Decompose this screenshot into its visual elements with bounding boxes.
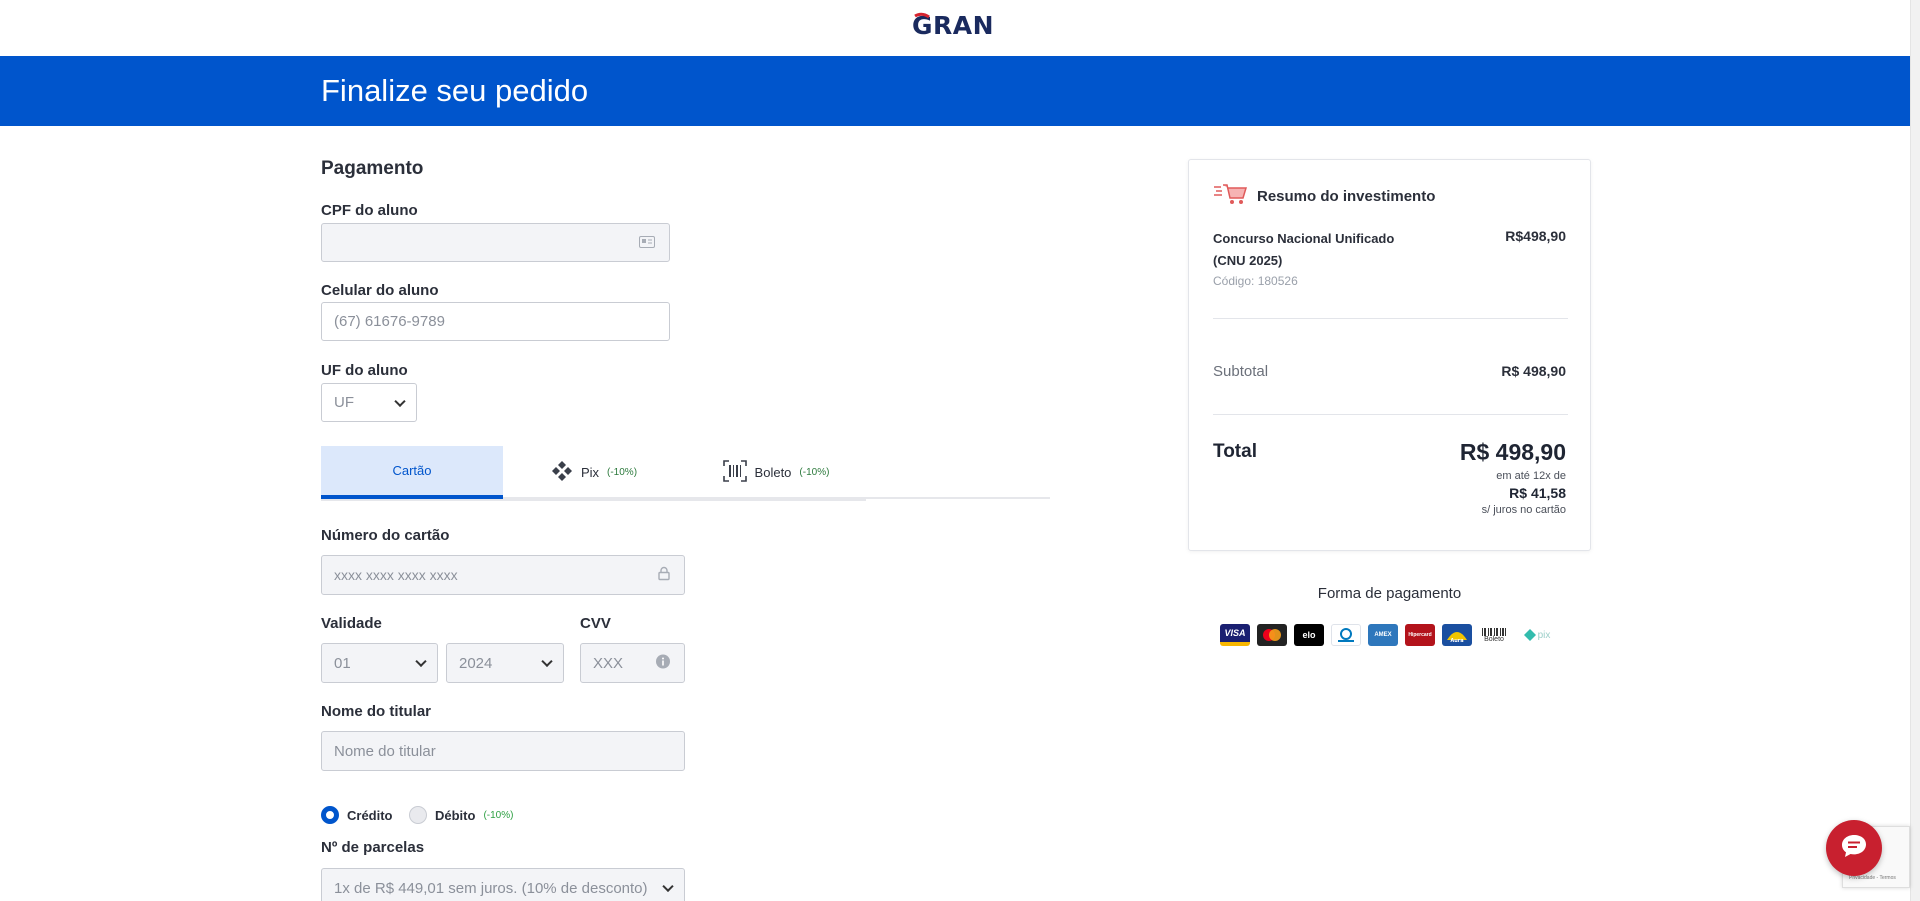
tab-boleto-label: Boleto bbox=[754, 465, 792, 480]
gran-logo[interactable]: GRAN bbox=[912, 11, 998, 45]
debit-radio[interactable]: Débito (-10%) bbox=[409, 806, 513, 824]
chevron-down-icon bbox=[394, 395, 406, 407]
uf-selected-value: UF bbox=[334, 394, 354, 411]
page-scrollbar[interactable] bbox=[1910, 0, 1920, 901]
barcode-icon bbox=[722, 460, 747, 485]
radio-unselected-icon bbox=[409, 806, 427, 824]
uf-select[interactable]: UF bbox=[321, 383, 417, 422]
total-label: Total bbox=[1213, 441, 1257, 462]
divider bbox=[1213, 414, 1568, 415]
tab-pix-discount: (-10%) bbox=[607, 467, 638, 478]
payment-method-tabs: Cartão Pix (-10%) Boleto (-10%) bbox=[321, 446, 1050, 501]
page-title: Finalize seu pedido bbox=[321, 73, 589, 108]
installment-value: R$ 41,58 bbox=[1509, 485, 1566, 501]
credit-label: Crédito bbox=[347, 807, 393, 823]
id-card-icon bbox=[639, 235, 655, 251]
cvv-input[interactable]: XXX bbox=[580, 643, 685, 683]
tab-card[interactable]: Cartão bbox=[321, 446, 503, 499]
payment-section-title: Pagamento bbox=[321, 158, 424, 179]
holder-label: Nome do titular bbox=[321, 703, 432, 720]
radio-selected-icon bbox=[321, 806, 339, 824]
credit-radio[interactable]: Crédito bbox=[321, 806, 393, 824]
order-summary-card: Resumo do investimento Concurso Nacional… bbox=[1188, 159, 1591, 551]
info-icon[interactable] bbox=[656, 654, 670, 672]
expiry-month-value: 01 bbox=[334, 654, 351, 672]
visa-logo-icon: VISA bbox=[1220, 624, 1250, 646]
pix-icon bbox=[551, 460, 573, 485]
tab-boleto-discount: (-10%) bbox=[799, 467, 830, 478]
card-number-input[interactable]: xxxx xxxx xxxx xxxx bbox=[321, 555, 685, 595]
debit-label: Débito bbox=[435, 807, 476, 823]
hipercard-logo-icon: Hipercard bbox=[1405, 624, 1435, 646]
installments-select[interactable]: 1x de R$ 449,01 sem juros. (10% de desco… bbox=[321, 868, 685, 901]
product-price: R$498,90 bbox=[1505, 228, 1566, 244]
product-code: Código: 180526 bbox=[1213, 274, 1298, 288]
phone-label: Celular do aluno bbox=[321, 282, 439, 299]
expiry-year-select[interactable]: 2024 bbox=[446, 643, 564, 683]
aura-logo-icon: Aura bbox=[1442, 624, 1472, 646]
phone-placeholder: (67) 61676-9789 bbox=[334, 313, 445, 330]
installment-prefix: em até 12x de bbox=[1496, 470, 1566, 482]
summary-title: Resumo do investimento bbox=[1257, 187, 1436, 205]
subtotal-value: R$ 498,90 bbox=[1501, 363, 1566, 379]
expiry-month-select[interactable]: 01 bbox=[321, 643, 438, 683]
expiry-year-value: 2024 bbox=[459, 654, 493, 672]
svg-text:Aura: Aura bbox=[1450, 638, 1463, 644]
uf-label: UF do aluno bbox=[321, 362, 408, 379]
summary-header: Resumo do investimento bbox=[1213, 182, 1435, 210]
tab-pix-label: Pix bbox=[580, 465, 600, 480]
holder-name-input[interactable]: Nome do titular bbox=[321, 731, 685, 771]
product-name: Concurso Nacional Unificado (CNU 2025) bbox=[1213, 231, 1395, 268]
debit-discount: (-10%) bbox=[483, 809, 514, 821]
card-number-placeholder: xxxx xxxx xxxx xxxx bbox=[334, 567, 458, 583]
mastercard-logo-icon bbox=[1257, 624, 1287, 646]
payment-methods-title: Forma de pagamento bbox=[1317, 585, 1462, 602]
divider bbox=[1213, 318, 1568, 319]
subtotal-label: Subtotal bbox=[1213, 363, 1269, 380]
tab-pix[interactable]: Pix (-10%) bbox=[503, 446, 685, 499]
chat-icon bbox=[1840, 833, 1868, 864]
total-value: R$ 498,90 bbox=[1459, 439, 1566, 465]
installment-suffix: s/ juros no cartão bbox=[1481, 504, 1566, 516]
tab-card-label: Cartão bbox=[392, 463, 432, 478]
lock-icon bbox=[658, 566, 670, 584]
installments-label: Nº de parcelas bbox=[321, 839, 425, 856]
chat-button[interactable] bbox=[1826, 820, 1882, 876]
top-bar: GRAN bbox=[0, 0, 1910, 56]
shopping-cart-icon bbox=[1213, 182, 1248, 210]
chevron-down-icon bbox=[415, 655, 427, 668]
payment-brand-logos: VISA elo AMEX Hipercard Aura Boleto pix bbox=[1220, 624, 1558, 646]
cpf-label: CPF do aluno bbox=[321, 202, 418, 219]
installments-selected-value: 1x de R$ 449,01 sem juros. (10% de desco… bbox=[334, 879, 648, 897]
cvv-label: CVV bbox=[580, 615, 611, 632]
tab-boleto[interactable]: Boleto (-10%) bbox=[685, 446, 867, 499]
card-number-label: Número do cartão bbox=[321, 527, 450, 544]
diners-logo-icon bbox=[1331, 624, 1361, 646]
pix-logo-icon: pix bbox=[1516, 624, 1558, 646]
elo-logo-icon: elo bbox=[1294, 624, 1324, 646]
holder-placeholder: Nome do titular bbox=[334, 742, 436, 760]
expiry-label: Validade bbox=[321, 615, 382, 632]
boleto-logo-icon: Boleto bbox=[1479, 624, 1509, 646]
cpf-input[interactable] bbox=[321, 223, 670, 262]
amex-logo-icon: AMEX bbox=[1368, 624, 1398, 646]
chevron-down-icon bbox=[541, 655, 553, 668]
page-banner: Finalize seu pedido bbox=[0, 56, 1910, 126]
phone-input[interactable]: (67) 61676-9789 bbox=[321, 302, 670, 341]
cvv-placeholder: XXX bbox=[593, 654, 624, 672]
chevron-down-icon bbox=[662, 880, 674, 893]
